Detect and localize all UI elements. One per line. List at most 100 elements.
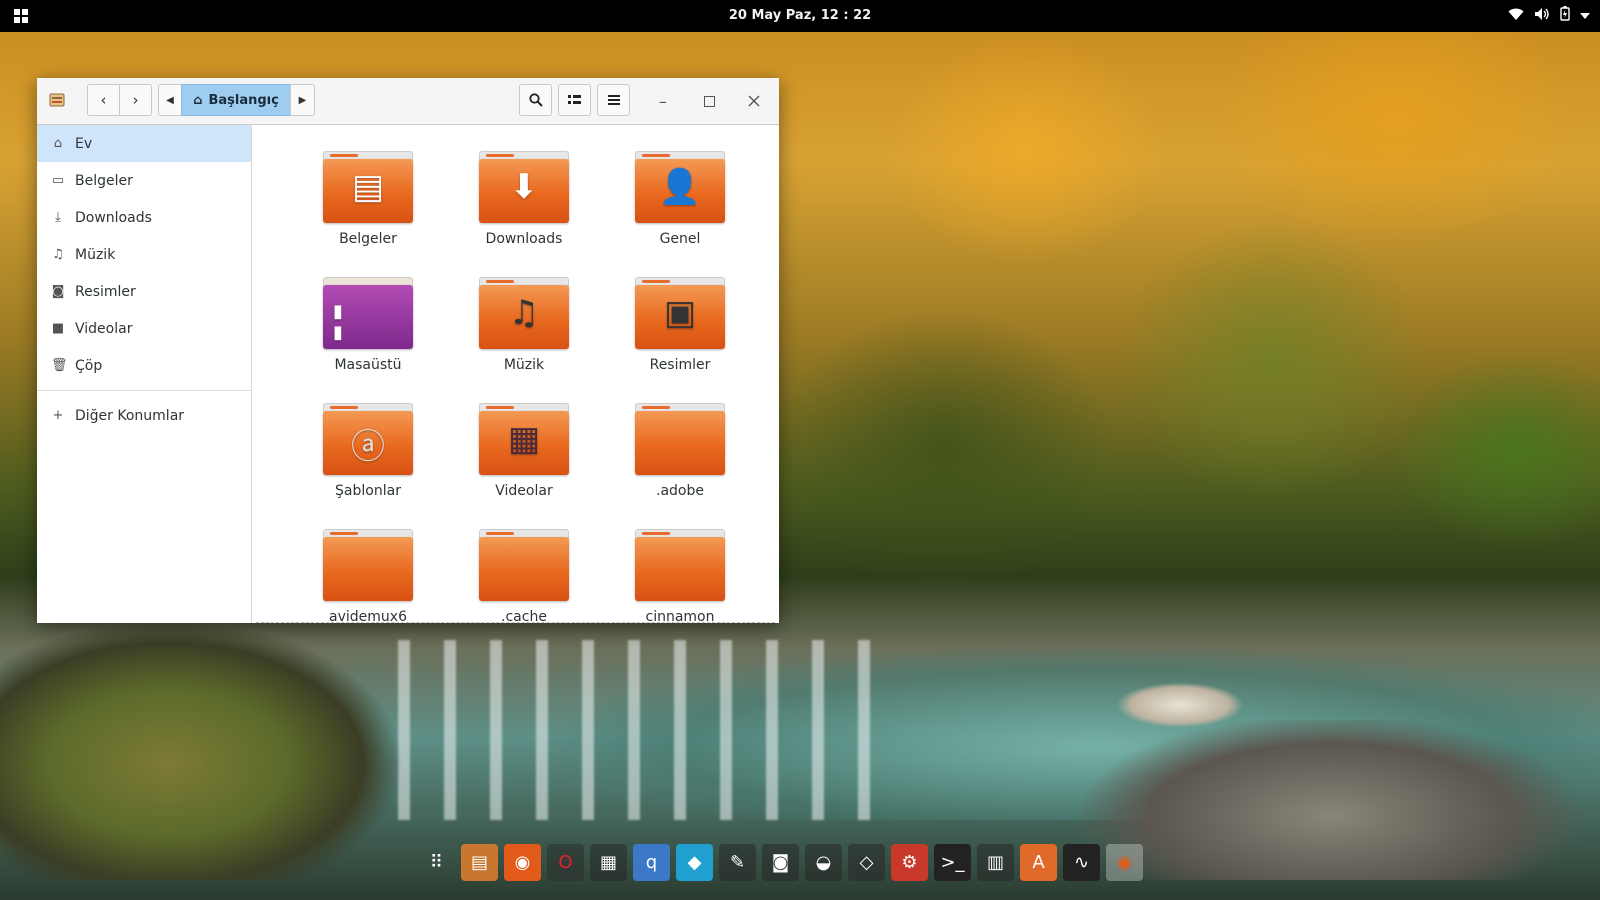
sidebar-item-other-locations[interactable]: + Diğer Konumlar: [37, 397, 251, 434]
firefox-icon[interactable]: ◉: [504, 843, 541, 881]
terminal-icon[interactable]: >_: [934, 843, 971, 881]
forward-button[interactable]: ›: [119, 84, 152, 116]
file-item[interactable]: avidemux6: [290, 527, 446, 623]
apps-grid-icon[interactable]: ⠿: [418, 844, 455, 881]
folder-icon: [635, 527, 725, 603]
maximize-icon: [703, 95, 715, 107]
path-scroll-left-button[interactable]: ◀: [158, 84, 182, 116]
file-label: Genel: [659, 231, 701, 247]
camera-icon: ◙: [51, 284, 65, 299]
sidebar-item-videos[interactable]: ■ Videolar: [37, 310, 251, 347]
settings-icon[interactable]: ⚙: [891, 843, 928, 881]
trash-icon: 🗑: [51, 358, 68, 373]
minimize-button[interactable]: –: [650, 88, 676, 114]
file-item[interactable]: .adobe: [602, 401, 758, 527]
file-item[interactable]: 👤 Genel: [602, 149, 758, 275]
triangle-right-icon: ▶: [298, 94, 307, 106]
app-menu-icon[interactable]: [49, 92, 65, 108]
file-label: .cache: [501, 609, 547, 623]
wallpaper-trees: [780, 30, 1600, 630]
calculator-icon[interactable]: ▦: [590, 843, 627, 881]
folder-icon: [323, 527, 413, 603]
sidebar-item-downloads[interactable]: ⤓ Downloads: [37, 199, 251, 236]
screenshot-icon[interactable]: ◙: [762, 843, 799, 881]
file-item[interactable]: cinnamon: [602, 527, 758, 623]
files-icon[interactable]: ▤: [461, 843, 498, 881]
system-monitor-icon[interactable]: ∿: [1063, 843, 1100, 881]
file-item[interactable]: ⓐ Şablonlar: [290, 401, 446, 527]
file-item[interactable]: ▤ Belgeler: [290, 149, 446, 275]
software-icon[interactable]: A: [1020, 843, 1057, 881]
search-icon: [528, 93, 543, 107]
sidebar-item-label: Videolar: [75, 320, 133, 337]
clock[interactable]: 20 May Paz, 12 : 22: [0, 8, 1600, 23]
sidebar-item-label: Downloads: [75, 209, 152, 226]
sidebar-item-label: Müzik: [75, 246, 116, 263]
download-icon: ⤓: [55, 210, 61, 225]
games-icon[interactable]: ◇: [848, 843, 885, 881]
file-label: .adobe: [656, 483, 704, 499]
file-item[interactable]: ⬇ Downloads: [446, 149, 602, 275]
qbittorrent-icon[interactable]: q: [633, 843, 670, 881]
system-tray[interactable]: [1508, 6, 1590, 25]
close-button[interactable]: [741, 88, 767, 114]
sidebar-item-pictures[interactable]: ◙ Resimler: [37, 273, 251, 310]
folder-desktop-icon: ▮ ▮: [323, 275, 413, 351]
folder-videos-icon: ▦: [479, 401, 569, 477]
folder-pictures-icon: ▣: [635, 275, 725, 351]
keyboard-icon[interactable]: ▥: [977, 843, 1014, 881]
document-icon: ▭: [51, 173, 65, 188]
sidebar-item-label: Çöp: [75, 357, 103, 374]
sidebar-item-label: Belgeler: [75, 172, 133, 189]
folder-icon: [635, 401, 725, 477]
path-scroll-right-button[interactable]: ▶: [290, 84, 315, 116]
places-sidebar: ⌂ Ev ▭ Belgeler ⤓ Downloads ♫ Müzik ◙ Re…: [37, 125, 252, 623]
back-button[interactable]: ‹: [87, 84, 120, 116]
file-item[interactable]: .cache: [446, 527, 602, 623]
opera-icon[interactable]: O: [547, 843, 584, 881]
file-item[interactable]: ▦ Videolar: [446, 401, 602, 527]
sidebar-item-trash[interactable]: 🗑 Çöp: [37, 347, 251, 384]
kodi-icon[interactable]: ◆: [676, 843, 713, 881]
maximize-button[interactable]: [696, 88, 722, 114]
view-options-button[interactable]: [558, 84, 591, 116]
file-item[interactable]: ▣ Resimler: [602, 275, 758, 401]
sidebar-item-label: Resimler: [75, 283, 136, 300]
home-icon: ⌂: [53, 136, 63, 151]
sidebar-item-music[interactable]: ♫ Müzik: [37, 236, 251, 273]
chevron-down-icon[interactable]: [1580, 8, 1590, 24]
search-button[interactable]: [519, 84, 552, 116]
file-label: Downloads: [485, 231, 563, 247]
wallpaper-waterfall: [380, 640, 900, 820]
file-item[interactable]: ♫ Müzik: [446, 275, 602, 401]
plus-icon: +: [52, 408, 64, 423]
folder-downloads-icon: ⬇: [479, 149, 569, 225]
sidebar-item-home[interactable]: ⌂ Ev: [37, 125, 251, 162]
wifi-icon[interactable]: [1508, 7, 1524, 25]
path-home-button[interactable]: ⌂ Başlangıç: [181, 84, 291, 116]
folder-templates-icon: ⓐ: [323, 401, 413, 477]
file-item[interactable]: ▮ ▮ Masaüstü: [290, 275, 446, 401]
file-label: Resimler: [649, 357, 711, 373]
volume-icon[interactable]: [1534, 7, 1550, 25]
battery-icon[interactable]: [1560, 6, 1570, 25]
sidebar-item-label: Diğer Konumlar: [75, 407, 185, 424]
chevron-right-icon: ›: [132, 91, 139, 109]
home-icon: ⌂: [193, 92, 203, 108]
file-label: avidemux6: [329, 609, 407, 623]
gimp-icon[interactable]: ✎: [719, 843, 756, 881]
music-icon: ♫: [52, 247, 64, 262]
disks-icon[interactable]: ◒: [805, 843, 842, 881]
path-label: Başlangıç: [208, 92, 279, 108]
file-label: Belgeler: [339, 231, 397, 247]
video-icon: ■: [51, 321, 65, 336]
sidebar-item-label: Ev: [75, 135, 93, 152]
file-label: Şablonlar: [335, 483, 401, 499]
sidebar-item-documents[interactable]: ▭ Belgeler: [37, 162, 251, 199]
header-bar: ‹ › ◀ ⌂ Başlangıç ▶ –: [37, 78, 779, 125]
chevron-left-icon: ‹: [100, 91, 107, 109]
file-label: cinnamon: [645, 609, 715, 623]
firefox-active-icon[interactable]: ◉: [1106, 843, 1143, 881]
menu-button[interactable]: [597, 84, 630, 116]
folder-public-icon: 👤: [635, 149, 725, 225]
